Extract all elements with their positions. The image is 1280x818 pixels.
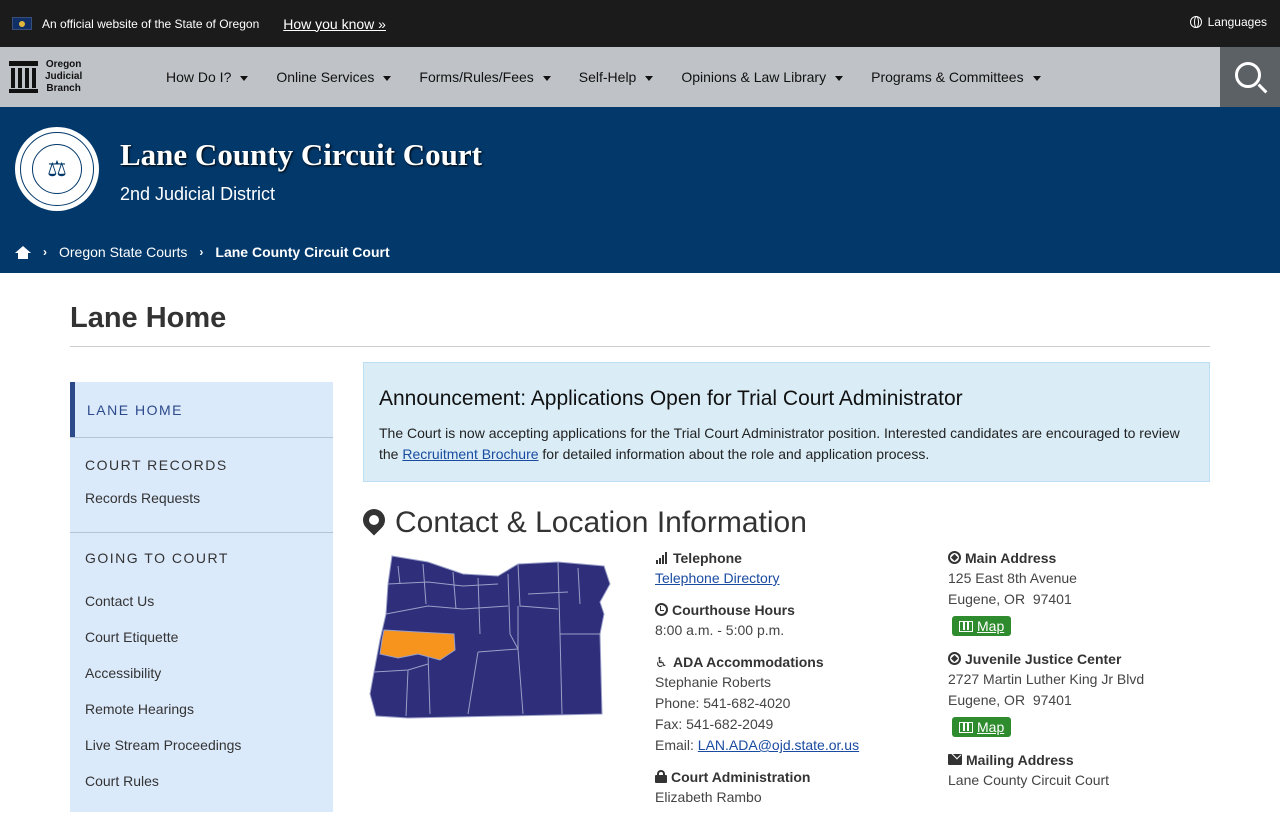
ada-label: ADA Accommodations — [673, 653, 824, 670]
lock-icon — [655, 770, 667, 783]
globe-icon — [1189, 16, 1202, 28]
breadcrumb-current: Lane County Circuit Court — [215, 244, 390, 260]
page-title: Lane Home — [70, 302, 227, 334]
compass-icon — [948, 551, 961, 564]
mailing-line1: Lane County Circuit Court — [948, 772, 1110, 788]
caret-down-icon — [1032, 75, 1041, 81]
telephone-directory-link[interactable]: Telephone Directory — [655, 570, 780, 586]
court-subtitle: 2nd Judicial District — [120, 184, 276, 204]
sidebar-item-contact-us[interactable]: Contact Us — [70, 583, 333, 619]
languages-button[interactable]: Languages — [1189, 15, 1267, 29]
oregon-county-map — [369, 555, 611, 719]
breadcrumb-oregon-state-courts[interactable]: Oregon State Courts — [59, 244, 187, 260]
sidebar-item-lane-home[interactable]: LANE HOME — [70, 382, 333, 437]
breadcrumb: › Oregon State Courts › Lane County Circ… — [15, 244, 390, 260]
main-nav: Oregon Judicial Branch How Do I? Online … — [0, 47, 1280, 107]
mailing-label: Mailing Address — [966, 751, 1074, 768]
search-icon — [1235, 62, 1261, 88]
clock-icon — [655, 603, 668, 616]
ada-email-link[interactable]: LAN.ADA@ojd.state.or.us — [698, 737, 859, 753]
envelope-icon — [948, 754, 962, 765]
announcement-text: The Court is now accepting applications … — [379, 425, 1180, 462]
official-text: An official website of the State of Oreg… — [42, 16, 260, 31]
chevron-right-icon: › — [199, 245, 204, 259]
juvenile-map-button[interactable]: Map — [952, 717, 1012, 737]
sidebar-heading-going-to-court: GOING TO COURT — [85, 550, 229, 566]
sidebar-item-court-etiquette[interactable]: Court Etiquette — [70, 619, 333, 655]
sidebar: LANE HOME COURT RECORDS Records Requests… — [70, 382, 333, 812]
caret-down-icon — [645, 75, 654, 81]
contact-section-title: Contact & Location Information — [358, 504, 807, 540]
languages-label: Languages — [1207, 15, 1267, 29]
ada-fax: Fax: 541-682-2049 — [655, 716, 774, 732]
main-address-line1: 125 East 8th Avenue — [948, 570, 1077, 586]
sidebar-item-court-rules[interactable]: Court Rules — [70, 763, 333, 799]
chevron-right-icon: › — [43, 245, 47, 259]
nav-how-do-i[interactable]: How Do I? — [166, 47, 249, 107]
court-title: Lane County Circuit Court — [120, 137, 482, 172]
nav-opinions-law-library[interactable]: Opinions & Law Library — [681, 47, 844, 107]
caret-down-icon — [240, 75, 249, 81]
juvenile-line1: 2727 Martin Luther King Jr Blvd — [948, 671, 1145, 687]
caret-down-icon — [383, 75, 392, 81]
ada-phone: Phone: 541-682-4020 — [655, 695, 791, 711]
contact-column-2: Main Address 125 East 8th Avenue Eugene,… — [948, 547, 1210, 801]
sidebar-heading-court-records: COURT RECORDS — [85, 457, 228, 473]
admin-name: Elizabeth Rambo — [655, 789, 762, 805]
map-icon — [959, 620, 973, 632]
juvenile-line2: Eugene, OR 97401 — [948, 692, 1072, 708]
court-banner: ⚖ Lane County Circuit Court 2nd Judicial… — [0, 107, 1280, 273]
brand-line: Branch — [46, 83, 81, 94]
signal-icon — [655, 551, 669, 565]
nav-self-help[interactable]: Self-Help — [579, 47, 654, 107]
hours-label: Courthouse Hours — [672, 601, 795, 618]
home-icon[interactable] — [15, 245, 31, 259]
ojd-logo[interactable]: Oregon Judicial Branch — [0, 47, 166, 107]
telephone-label: Telephone — [673, 549, 742, 566]
title-divider — [70, 346, 1210, 347]
map-icon — [959, 721, 973, 733]
sidebar-item-records-requests[interactable]: Records Requests — [70, 490, 333, 522]
sidebar-item-live-stream[interactable]: Live Stream Proceedings — [70, 727, 333, 763]
how-you-know-link[interactable]: How you know » — [283, 16, 386, 32]
caret-down-icon — [835, 75, 844, 81]
contact-column-1: Telephone Telephone Directory Courthouse… — [655, 547, 925, 818]
search-button[interactable] — [1220, 47, 1280, 107]
sidebar-item-accessibility[interactable]: Accessibility — [70, 655, 333, 691]
official-bar: An official website of the State of Oreg… — [0, 0, 1280, 47]
sidebar-item-remote-hearings[interactable]: Remote Hearings — [70, 691, 333, 727]
admin-label: Court Administration — [671, 768, 811, 785]
announcement-box: Announcement: Applications Open for Tria… — [363, 362, 1210, 482]
brand-line: Judicial — [45, 71, 83, 82]
main-address-map-button[interactable]: Map — [952, 616, 1012, 636]
announcement-title: Announcement: Applications Open for Tria… — [379, 387, 963, 410]
nav-items: How Do I? Online Services Forms/Rules/Fe… — [166, 47, 1069, 107]
ada-contact-name: Stephanie Roberts — [655, 674, 771, 690]
judicial-department-seal: ⚖ — [15, 127, 99, 211]
recruitment-brochure-link[interactable]: Recruitment Brochure — [402, 446, 538, 462]
nav-programs-committees[interactable]: Programs & Committees — [871, 47, 1041, 107]
wheelchair-icon: ♿ — [655, 653, 668, 670]
oregon-flag-icon — [12, 17, 32, 30]
nav-forms-rules-fees[interactable]: Forms/Rules/Fees — [419, 47, 551, 107]
compass-icon — [948, 652, 961, 665]
hours-value: 8:00 a.m. - 5:00 p.m. — [655, 622, 785, 638]
caret-down-icon — [542, 75, 551, 81]
juvenile-label: Juvenile Justice Center — [965, 650, 1122, 667]
pillar-icon — [9, 61, 38, 93]
main-address-line2: Eugene, OR 97401 — [948, 591, 1072, 607]
brand-line: Oregon — [45, 59, 82, 70]
map-marker-icon — [358, 504, 390, 537]
nav-online-services[interactable]: Online Services — [276, 47, 392, 107]
main-address-label: Main Address — [965, 549, 1057, 566]
